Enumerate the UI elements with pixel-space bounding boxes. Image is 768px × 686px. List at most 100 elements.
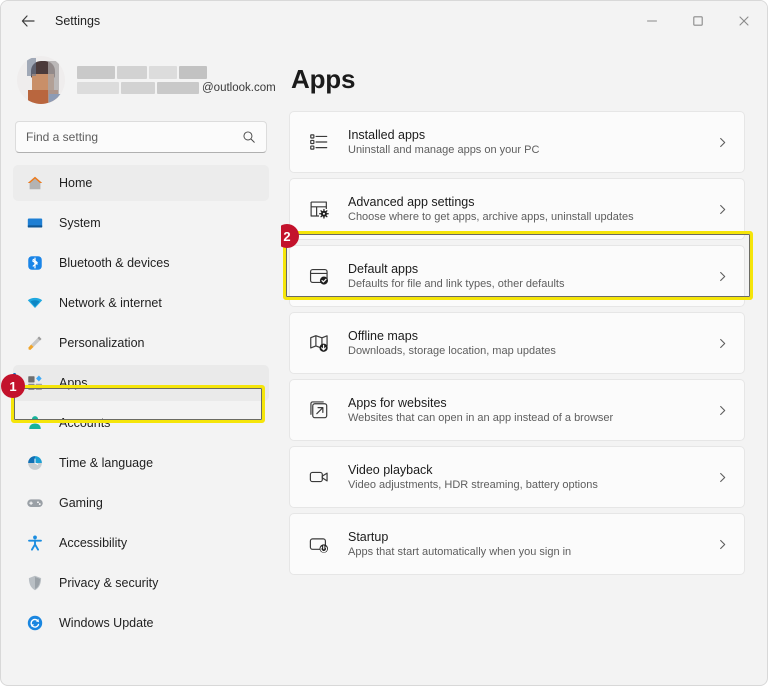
sidebar-item-label: Network & internet <box>59 296 162 310</box>
sidebar-item-accessibility[interactable]: Accessibility <box>13 525 269 561</box>
maximize-button[interactable] <box>675 1 721 41</box>
sidebar-item-privacy-security[interactable]: Privacy & security <box>13 565 269 601</box>
sidebar-item-label: Windows Update <box>59 616 154 630</box>
sidebar-nav: Home System Bluetooth & devices Network … <box>13 165 269 641</box>
window-controls <box>629 1 767 41</box>
settings-window: Settings @outlook.com Find a setting Hom… <box>0 0 768 686</box>
card-subtitle: Websites that can open in an app instead… <box>348 412 614 424</box>
settings-card-list: Installed apps Uninstall and manage apps… <box>289 111 745 575</box>
sidebar-item-network-internet[interactable]: Network & internet <box>13 285 269 321</box>
update-refresh-icon <box>25 613 45 633</box>
sidebar-item-apps[interactable]: Apps <box>13 365 269 401</box>
chevron-right-icon <box>714 539 730 550</box>
accessibility-icon <box>25 533 45 553</box>
card-subtitle: Apps that start automatically when you s… <box>348 546 572 558</box>
card-text: Offline maps Downloads, storage location… <box>348 329 714 357</box>
sidebar-item-time-language[interactable]: Time & language <box>13 445 269 481</box>
card-title: Video playback <box>348 463 433 477</box>
close-icon <box>739 16 749 26</box>
card-installed-apps[interactable]: Installed apps Uninstall and manage apps… <box>289 111 745 173</box>
profile-text: @outlook.com <box>77 56 276 104</box>
sidebar-item-label: Apps <box>59 376 88 390</box>
sidebar-item-label: Accounts <box>59 416 111 430</box>
chevron-right-icon <box>714 472 730 483</box>
sidebar-item-home[interactable]: Home <box>13 165 269 201</box>
chevron-right-icon <box>714 137 730 148</box>
card-title: Installed apps <box>348 128 426 142</box>
card-subtitle: Video adjustments, HDR streaming, batter… <box>348 479 598 491</box>
card-subtitle: Choose where to get apps, archive apps, … <box>348 211 634 223</box>
avatar <box>17 56 65 104</box>
sidebar-item-system[interactable]: System <box>13 205 269 241</box>
sidebar-item-windows-update[interactable]: Windows Update <box>13 605 269 641</box>
card-startup[interactable]: Startup Apps that start automatically wh… <box>289 513 745 575</box>
card-offline-maps[interactable]: Offline maps Downloads, storage location… <box>289 312 745 374</box>
sidebar-item-personalization[interactable]: Personalization <box>13 325 269 361</box>
sidebar-item-label: Personalization <box>59 336 145 350</box>
card-subtitle: Defaults for file and link types, other … <box>348 278 565 290</box>
user-name-redacted <box>77 65 276 80</box>
card-text: Default apps Defaults for file and link … <box>348 262 714 290</box>
back-arrow-icon <box>21 15 35 27</box>
video-camera-icon <box>306 464 332 490</box>
maximize-icon <box>693 16 703 26</box>
sidebar-item-label: System <box>59 216 101 230</box>
bluetooth-icon <box>25 253 45 273</box>
home-icon <box>25 173 45 193</box>
sidebar-item-label: Bluetooth & devices <box>59 256 170 270</box>
card-title: Startup <box>348 530 389 544</box>
map-download-icon <box>306 330 332 356</box>
user-email-row: @outlook.com <box>77 80 276 95</box>
startup-power-icon <box>306 531 332 557</box>
paintbrush-icon <box>25 333 45 353</box>
sidebar-item-label: Accessibility <box>59 536 128 550</box>
card-video-playback[interactable]: Video playback Video adjustments, HDR st… <box>289 446 745 508</box>
back-button[interactable] <box>11 6 45 36</box>
minimize-icon <box>646 20 658 22</box>
search-input[interactable] <box>26 130 242 144</box>
list-icon <box>306 129 332 155</box>
card-default-apps[interactable]: Default apps Defaults for file and link … <box>289 245 745 307</box>
search-box[interactable] <box>15 121 267 153</box>
chevron-right-icon <box>714 338 730 349</box>
sidebar-item-label: Privacy & security <box>59 576 159 590</box>
main-content: Apps Installed apps Uninstall and manage… <box>281 41 767 685</box>
title-bar: Settings <box>1 1 767 41</box>
card-text: Video playback Video adjustments, HDR st… <box>348 463 714 491</box>
card-advanced-app-settings[interactable]: Advanced app settings Choose where to ge… <box>289 178 745 240</box>
card-text: Startup Apps that start automatically wh… <box>348 530 714 558</box>
user-profile[interactable]: @outlook.com <box>17 49 276 111</box>
system-monitor-icon <box>25 213 45 233</box>
card-title: Offline maps <box>348 329 418 343</box>
sidebar-item-label: Gaming <box>59 496 103 510</box>
sidebar-item-bluetooth-devices[interactable]: Bluetooth & devices <box>13 245 269 281</box>
card-text: Advanced app settings Choose where to ge… <box>348 195 714 223</box>
window-title: Settings <box>55 14 101 28</box>
gamepad-icon <box>25 493 45 513</box>
shield-icon <box>25 573 45 593</box>
sidebar-item-label: Time & language <box>59 456 154 470</box>
card-apps-for-websites[interactable]: Apps for websites Websites that can open… <box>289 379 745 441</box>
window-body: @outlook.com Find a setting Home System … <box>1 41 767 685</box>
minimize-button[interactable] <box>629 1 675 41</box>
window-gear-icon <box>306 196 332 222</box>
chevron-right-icon <box>714 204 730 215</box>
sidebar: @outlook.com Find a setting Home System … <box>1 41 281 685</box>
card-title: Advanced app settings <box>348 195 475 209</box>
account-person-icon <box>25 413 45 433</box>
chevron-right-icon <box>714 405 730 416</box>
user-email-visible: @outlook.com <box>202 81 276 94</box>
apps-icon <box>25 373 45 393</box>
sidebar-item-gaming[interactable]: Gaming <box>13 485 269 521</box>
external-link-icon <box>306 397 332 423</box>
step-badge-1: 1 <box>1 374 25 398</box>
sidebar-item-accounts[interactable]: Accounts <box>13 405 269 441</box>
close-button[interactable] <box>721 1 767 41</box>
wifi-icon <box>25 293 45 313</box>
sidebar-item-label: Home <box>59 176 93 190</box>
card-title: Apps for websites <box>348 396 447 410</box>
card-title: Default apps <box>348 262 419 276</box>
default-apps-check-icon <box>306 263 332 289</box>
clock-icon <box>25 453 45 473</box>
search-icon <box>243 131 255 143</box>
